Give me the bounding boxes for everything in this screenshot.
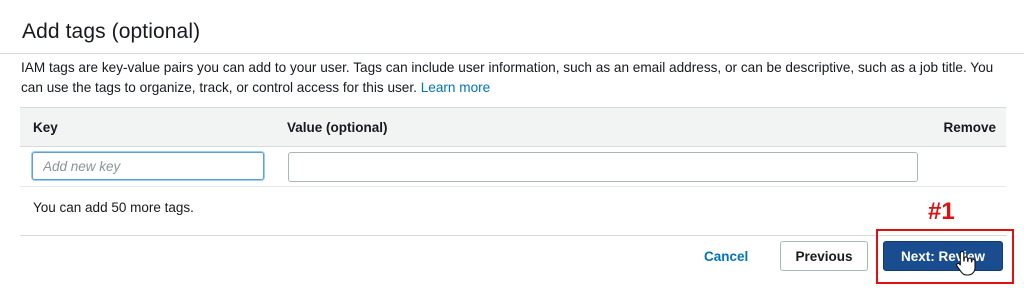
section-description: IAM tags are key-value pairs you can add… [21, 58, 1011, 98]
tags-table-header: Key Value (optional) Remove [20, 107, 1006, 147]
hand-pointer-icon [956, 250, 976, 276]
remaining-tags-text: You can add 50 more tags. [33, 200, 194, 215]
column-header-remove: Remove [943, 120, 996, 135]
tag-value-input[interactable] [288, 152, 918, 182]
section-header: Add tags (optional) [0, 0, 1024, 54]
annotation-highlight-box [876, 229, 1014, 284]
tag-key-input[interactable] [32, 152, 264, 180]
annotation-label: #1 [928, 198, 955, 225]
column-header-key: Key [33, 120, 58, 135]
description-text: IAM tags are key-value pairs you can add… [21, 60, 994, 95]
page-title: Add tags (optional) [22, 20, 201, 43]
column-header-value: Value (optional) [287, 120, 388, 135]
cancel-button[interactable]: Cancel [704, 249, 748, 264]
previous-button[interactable]: Previous [780, 241, 868, 271]
learn-more-link[interactable]: Learn more [421, 80, 491, 95]
table-row [20, 146, 1006, 187]
